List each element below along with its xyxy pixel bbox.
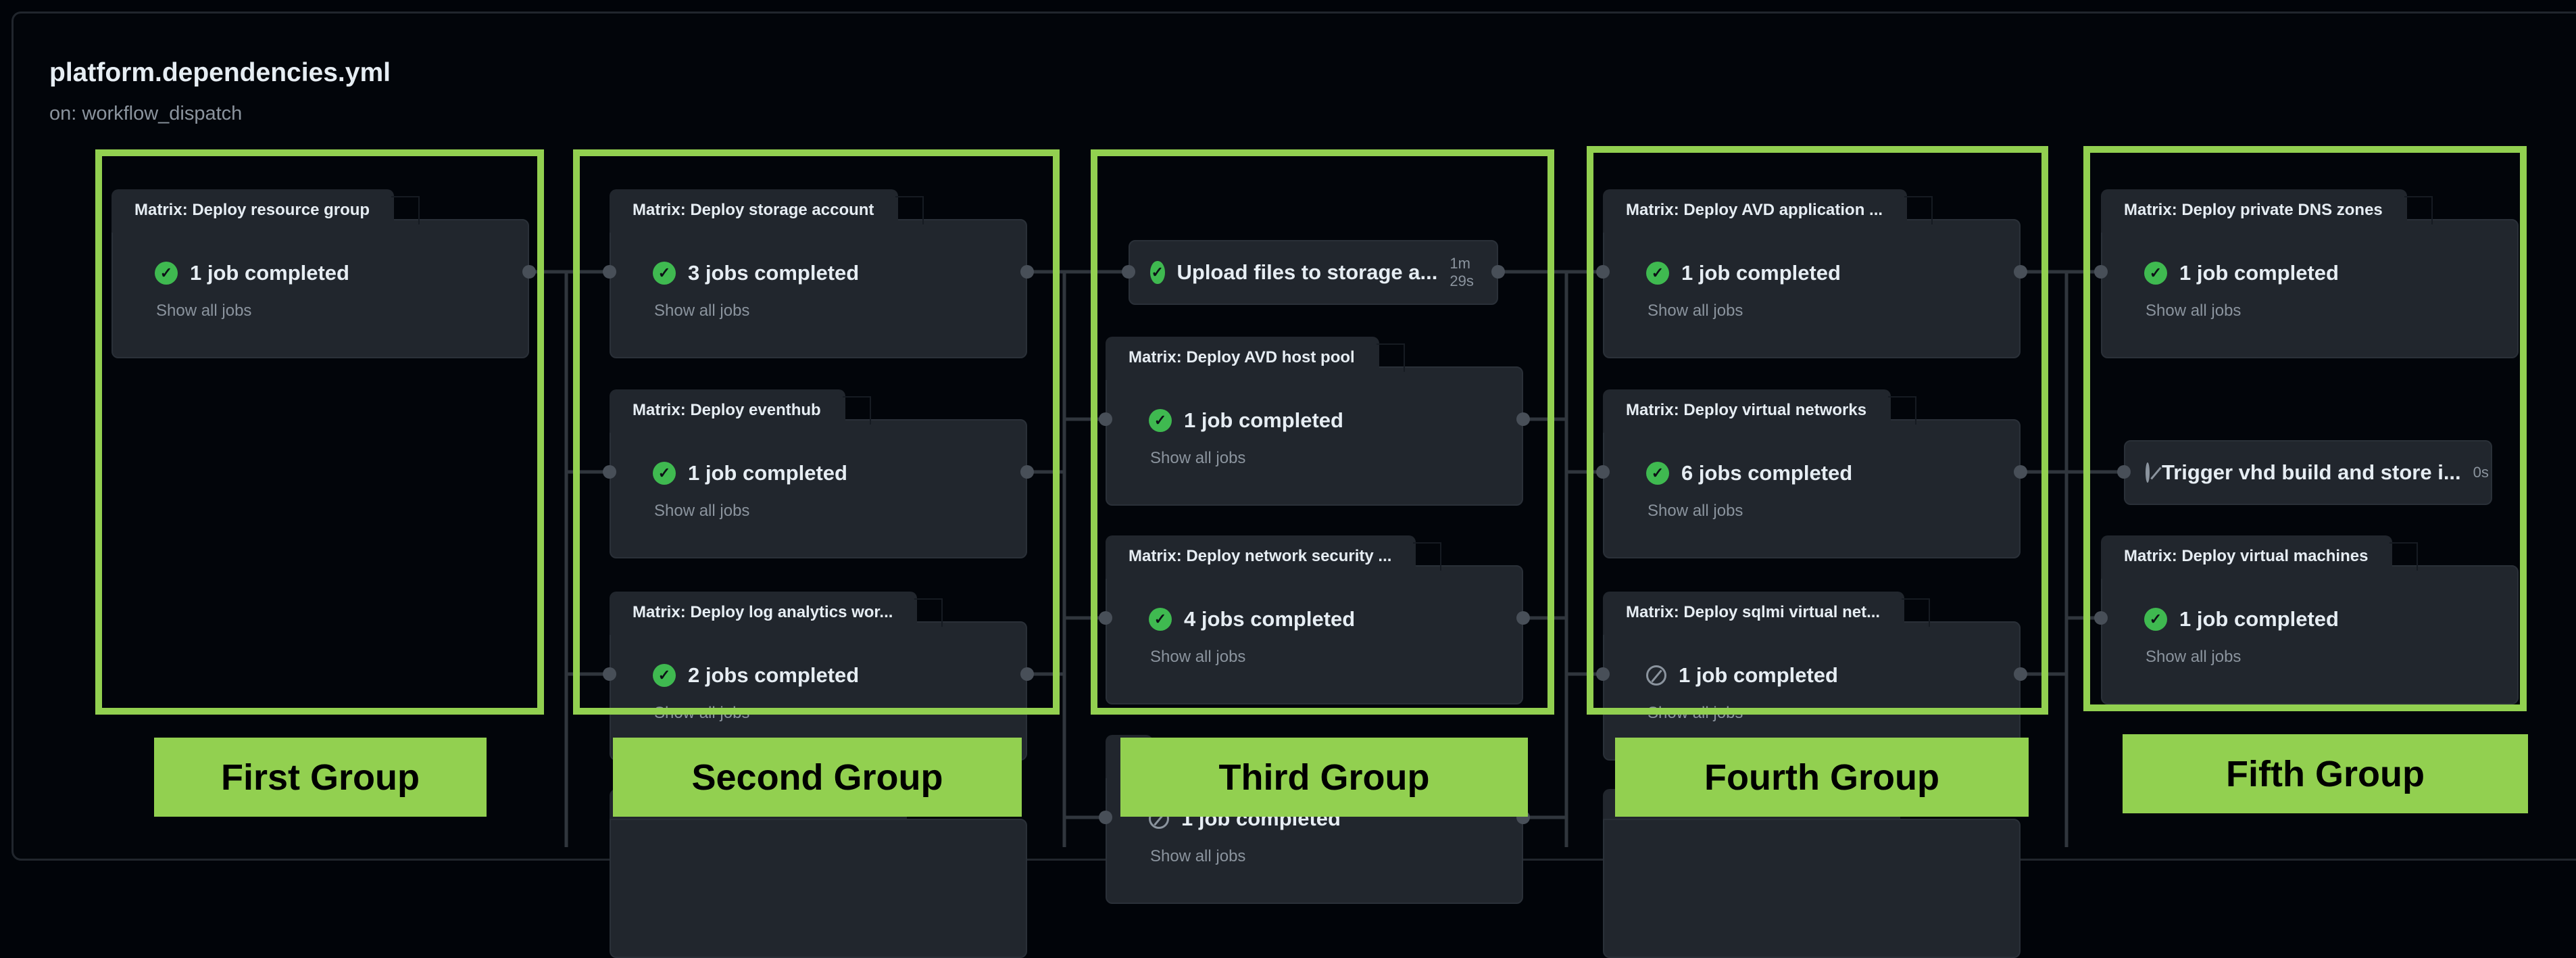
group-label: Fourth Group — [1615, 738, 2029, 817]
group-label: First Group — [154, 738, 487, 817]
group-highlight-box — [95, 149, 544, 715]
group-label: Fifth Group — [2123, 734, 2528, 813]
group-highlight-box — [2083, 146, 2527, 711]
group-highlight-box — [1587, 146, 2048, 715]
group-label: Third Group — [1120, 738, 1528, 817]
connector-dot — [1099, 811, 1112, 824]
group-highlight-box — [573, 149, 1060, 715]
group-highlight-box — [1091, 149, 1554, 715]
show-all-jobs-link[interactable]: Show all jobs — [1150, 847, 1245, 866]
group-label: Second Group — [613, 738, 1022, 817]
